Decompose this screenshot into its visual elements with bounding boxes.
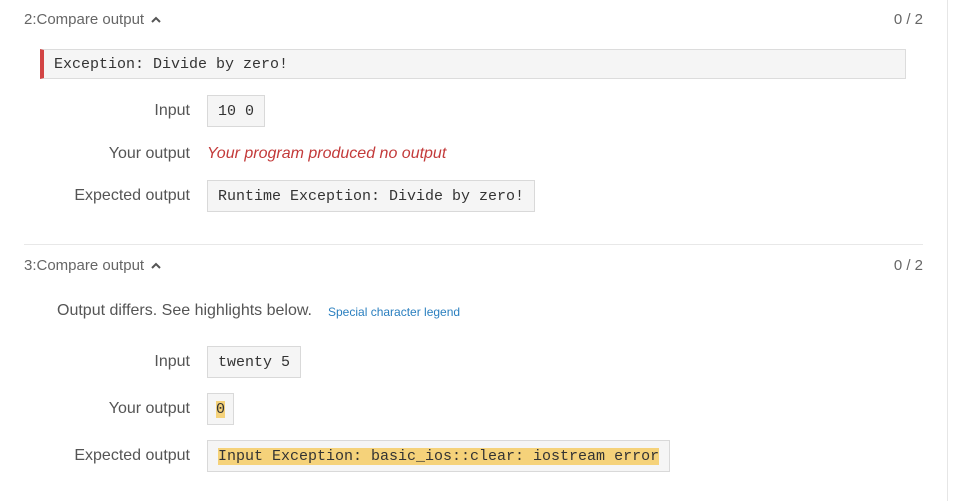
your-output-value: Your program produced no output [207, 145, 447, 162]
your-output-label: Your output [108, 145, 190, 162]
section-header: 3:Compare output 0 / 2 [24, 254, 923, 278]
expected-output-value: Input Exception: basic_ios::clear: iostr… [218, 447, 660, 465]
your-output-box: 0 [207, 393, 235, 425]
input-label: Input [154, 102, 190, 119]
error-message-box: Exception: Divide by zero! [40, 49, 906, 79]
expected-output-box: Input Exception: basic_ios::clear: iostr… [207, 440, 671, 472]
section-toggle[interactable]: 2:Compare output [24, 11, 162, 28]
expected-output-label: Expected output [74, 187, 190, 204]
chevron-up-icon [151, 262, 161, 269]
compare-output-section-2: 2:Compare output 0 / 2 [24, 8, 923, 32]
input-value: twenty 5 [207, 346, 302, 378]
section-toggle[interactable]: 3:Compare output [24, 257, 162, 274]
section-header: 2:Compare output 0 / 2 [24, 8, 923, 32]
your-output-value: 0 [216, 400, 226, 418]
expected-output-label: Expected output [74, 447, 190, 464]
section-score: 0 / 2 [893, 257, 923, 274]
expected-output-value: Runtime Exception: Divide by zero! [207, 180, 536, 212]
your-output-label: Your output [108, 400, 190, 417]
compare-output-section-3: 3:Compare output 0 / 2 [24, 254, 923, 278]
section-title: 3:Compare output [24, 257, 145, 274]
error-message: Exception: Divide by zero! [54, 55, 289, 73]
input-label: Input [154, 353, 190, 370]
section-divider [24, 244, 923, 245]
special-character-legend-link[interactable]: Special character legend [328, 305, 460, 319]
diff-message: Output differs. See highlights below. [57, 302, 312, 319]
section-title: 2:Compare output [24, 11, 145, 28]
panel-border [947, 0, 948, 501]
chevron-up-icon [151, 16, 161, 23]
section-score: 0 / 2 [893, 11, 923, 28]
input-value: 10 0 [207, 95, 266, 127]
